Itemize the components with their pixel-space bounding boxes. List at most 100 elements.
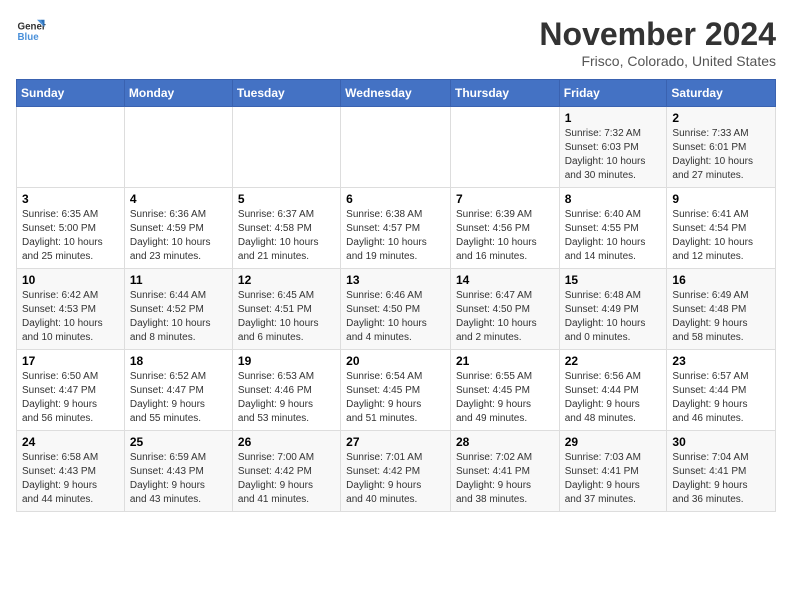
day-number: 24 (22, 435, 119, 449)
calendar-cell: 29 Sunrise: 7:03 AM Sunset: 4:41 PM Dayli… (559, 431, 667, 512)
calendar-cell: 13 Sunrise: 6:46 AM Sunset: 4:50 PM Dayli… (341, 269, 451, 350)
day-detail: Sunrise: 7:32 AM Sunset: 6:03 PM Dayligh… (565, 127, 662, 183)
day-number: 26 (238, 435, 335, 449)
calendar-cell: 20 Sunrise: 6:54 AM Sunset: 4:45 PM Dayli… (341, 350, 451, 431)
calendar-cell: 11 Sunrise: 6:44 AM Sunset: 4:52 PM Dayli… (124, 269, 232, 350)
calendar-cell: 30Sunrise: 7:04 AM Sunset: 4:41 PM Dayli… (667, 431, 776, 512)
day-detail: Sunrise: 7:02 AM Sunset: 4:41 PM Dayligh… (456, 451, 554, 507)
calendar-cell: 7Sunrise: 6:39 AM Sunset: 4:56 PM Daylig… (450, 188, 559, 269)
day-number: 2 (672, 111, 770, 125)
calendar-cell: 24 Sunrise: 6:58 AM Sunset: 4:43 PM Dayli… (17, 431, 125, 512)
weekday-header: Wednesday (341, 80, 451, 107)
day-detail: Sunrise: 6:59 AM Sunset: 4:43 PM Dayligh… (130, 451, 227, 507)
calendar-cell: 23 Sunrise: 6:57 AM Sunset: 4:44 PM Dayli… (667, 350, 776, 431)
calendar-cell: 16 Sunrise: 6:49 AM Sunset: 4:48 PM Dayli… (667, 269, 776, 350)
day-detail: Sunrise: 6:58 AM Sunset: 4:43 PM Dayligh… (22, 451, 119, 507)
day-number: 23 (672, 354, 770, 368)
day-detail: Sunrise: 6:35 AM Sunset: 5:00 PM Dayligh… (22, 208, 119, 264)
day-number: 11 (130, 273, 227, 287)
day-number: 22 (565, 354, 662, 368)
calendar-cell: 10 Sunrise: 6:42 AM Sunset: 4:53 PM Dayli… (17, 269, 125, 350)
calendar-week-row: 10 Sunrise: 6:42 AM Sunset: 4:53 PM Dayli… (17, 269, 776, 350)
day-detail: Sunrise: 6:55 AM Sunset: 4:45 PM Dayligh… (456, 370, 554, 426)
day-number: 16 (672, 273, 770, 287)
calendar-cell: 19 Sunrise: 6:53 AM Sunset: 4:46 PM Dayli… (232, 350, 340, 431)
day-detail: Sunrise: 6:56 AM Sunset: 4:44 PM Dayligh… (565, 370, 662, 426)
day-number: 27 (346, 435, 445, 449)
day-number: 29 (565, 435, 662, 449)
day-number: 19 (238, 354, 335, 368)
day-detail: Sunrise: 6:49 AM Sunset: 4:48 PM Dayligh… (672, 289, 770, 345)
calendar-cell: 21Sunrise: 6:55 AM Sunset: 4:45 PM Dayli… (450, 350, 559, 431)
calendar-cell: 15Sunrise: 6:48 AM Sunset: 4:49 PM Dayli… (559, 269, 667, 350)
month-title: November 2024 (539, 16, 776, 53)
day-detail: Sunrise: 6:42 AM Sunset: 4:53 PM Dayligh… (22, 289, 119, 345)
calendar-cell: 3 Sunrise: 6:35 AM Sunset: 5:00 PM Daylig… (17, 188, 125, 269)
weekday-header: Sunday (17, 80, 125, 107)
day-detail: Sunrise: 6:47 AM Sunset: 4:50 PM Dayligh… (456, 289, 554, 345)
calendar-table: SundayMondayTuesdayWednesdayThursdayFrid… (16, 79, 776, 512)
day-number: 8 (565, 192, 662, 206)
calendar-cell: 26 Sunrise: 7:00 AM Sunset: 4:42 PM Dayli… (232, 431, 340, 512)
day-detail: Sunrise: 7:33 AM Sunset: 6:01 PM Dayligh… (672, 127, 770, 183)
day-number: 20 (346, 354, 445, 368)
day-detail: Sunrise: 6:40 AM Sunset: 4:55 PM Dayligh… (565, 208, 662, 264)
day-detail: Sunrise: 7:01 AM Sunset: 4:42 PM Dayligh… (346, 451, 445, 507)
day-detail: Sunrise: 6:36 AM Sunset: 4:59 PM Dayligh… (130, 208, 227, 264)
calendar-cell: 1 Sunrise: 7:32 AM Sunset: 6:03 PM Daylig… (559, 107, 667, 188)
location: Frisco, Colorado, United States (539, 53, 776, 69)
day-number: 3 (22, 192, 119, 206)
day-number: 13 (346, 273, 445, 287)
day-number: 14 (456, 273, 554, 287)
calendar-cell (341, 107, 451, 188)
calendar-week-row: 24 Sunrise: 6:58 AM Sunset: 4:43 PM Dayli… (17, 431, 776, 512)
day-number: 1 (565, 111, 662, 125)
calendar-cell: 14 Sunrise: 6:47 AM Sunset: 4:50 PM Dayli… (450, 269, 559, 350)
day-detail: Sunrise: 6:57 AM Sunset: 4:44 PM Dayligh… (672, 370, 770, 426)
day-number: 6 (346, 192, 445, 206)
day-detail: Sunrise: 6:37 AM Sunset: 4:58 PM Dayligh… (238, 208, 335, 264)
weekday-header: Thursday (450, 80, 559, 107)
calendar-cell: 25 Sunrise: 6:59 AM Sunset: 4:43 PM Dayli… (124, 431, 232, 512)
logo-icon: General Blue (16, 16, 46, 46)
logo: General Blue (16, 16, 46, 46)
day-detail: Sunrise: 6:53 AM Sunset: 4:46 PM Dayligh… (238, 370, 335, 426)
day-number: 5 (238, 192, 335, 206)
day-detail: Sunrise: 6:52 AM Sunset: 4:47 PM Dayligh… (130, 370, 227, 426)
day-detail: Sunrise: 7:03 AM Sunset: 4:41 PM Dayligh… (565, 451, 662, 507)
calendar-cell (450, 107, 559, 188)
day-number: 10 (22, 273, 119, 287)
day-number: 28 (456, 435, 554, 449)
day-detail: Sunrise: 6:46 AM Sunset: 4:50 PM Dayligh… (346, 289, 445, 345)
calendar-cell (17, 107, 125, 188)
day-detail: Sunrise: 7:00 AM Sunset: 4:42 PM Dayligh… (238, 451, 335, 507)
title-block: November 2024 Frisco, Colorado, United S… (539, 16, 776, 69)
day-number: 17 (22, 354, 119, 368)
day-detail: Sunrise: 6:44 AM Sunset: 4:52 PM Dayligh… (130, 289, 227, 345)
calendar-cell (232, 107, 340, 188)
day-detail: Sunrise: 6:54 AM Sunset: 4:45 PM Dayligh… (346, 370, 445, 426)
day-number: 15 (565, 273, 662, 287)
day-detail: Sunrise: 6:38 AM Sunset: 4:57 PM Dayligh… (346, 208, 445, 264)
day-detail: Sunrise: 6:39 AM Sunset: 4:56 PM Dayligh… (456, 208, 554, 264)
day-number: 12 (238, 273, 335, 287)
calendar-cell: 8 Sunrise: 6:40 AM Sunset: 4:55 PM Daylig… (559, 188, 667, 269)
calendar-week-row: 17Sunrise: 6:50 AM Sunset: 4:47 PM Dayli… (17, 350, 776, 431)
day-detail: Sunrise: 6:41 AM Sunset: 4:54 PM Dayligh… (672, 208, 770, 264)
calendar-cell: 6 Sunrise: 6:38 AM Sunset: 4:57 PM Daylig… (341, 188, 451, 269)
day-detail: Sunrise: 6:45 AM Sunset: 4:51 PM Dayligh… (238, 289, 335, 345)
calendar-cell: 4Sunrise: 6:36 AM Sunset: 4:59 PM Daylig… (124, 188, 232, 269)
page-header: General Blue November 2024 Frisco, Color… (16, 16, 776, 69)
calendar-week-row: 3 Sunrise: 6:35 AM Sunset: 5:00 PM Daylig… (17, 188, 776, 269)
weekday-header: Saturday (667, 80, 776, 107)
calendar-cell: 12 Sunrise: 6:45 AM Sunset: 4:51 PM Dayli… (232, 269, 340, 350)
calendar-cell: 9Sunrise: 6:41 AM Sunset: 4:54 PM Daylig… (667, 188, 776, 269)
calendar-week-row: 1 Sunrise: 7:32 AM Sunset: 6:03 PM Daylig… (17, 107, 776, 188)
svg-text:Blue: Blue (18, 32, 40, 43)
calendar-cell: 28 Sunrise: 7:02 AM Sunset: 4:41 PM Dayli… (450, 431, 559, 512)
calendar-cell: 18Sunrise: 6:52 AM Sunset: 4:47 PM Dayli… (124, 350, 232, 431)
calendar-cell: 22 Sunrise: 6:56 AM Sunset: 4:44 PM Dayli… (559, 350, 667, 431)
calendar-header-row: SundayMondayTuesdayWednesdayThursdayFrid… (17, 80, 776, 107)
calendar-cell: 5 Sunrise: 6:37 AM Sunset: 4:58 PM Daylig… (232, 188, 340, 269)
day-number: 25 (130, 435, 227, 449)
